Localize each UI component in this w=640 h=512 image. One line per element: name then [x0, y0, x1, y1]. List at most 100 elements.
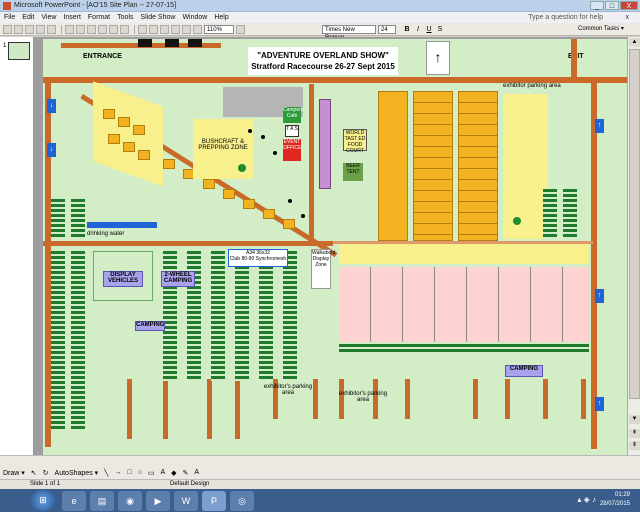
menu-window[interactable]: Window: [182, 14, 207, 21]
start-button[interactable]: ⊞: [30, 490, 56, 511]
select-arrow-icon[interactable]: ↖: [31, 469, 37, 477]
save-icon[interactable]: [25, 24, 34, 34]
stall-block[interactable]: [413, 91, 453, 241]
window-title: Microsoft PowerPoint - [AO'15 Site Plan …: [14, 2, 177, 9]
fill-color-icon[interactable]: ◆: [171, 469, 176, 477]
print-icon[interactable]: [36, 24, 45, 34]
camping-label-right: CAMPING: [505, 365, 543, 377]
entrance-label: ENTRANCE: [83, 53, 122, 60]
new-slide-icon[interactable]: [171, 24, 180, 34]
menu-format[interactable]: Format: [88, 14, 110, 21]
minimize-button[interactable]: _: [590, 1, 604, 10]
paste-icon[interactable]: [87, 24, 96, 34]
menu-file[interactable]: File: [4, 14, 15, 21]
chart-icon[interactable]: [160, 24, 169, 34]
rotate-icon[interactable]: ↻: [43, 469, 49, 477]
stall[interactable]: [263, 209, 275, 219]
menu-edit[interactable]: Edit: [22, 14, 34, 21]
stall-block[interactable]: [378, 91, 408, 241]
campers-cafe: Campers Café: [283, 107, 303, 123]
menu-slide-show[interactable]: Slide Show: [140, 14, 175, 21]
copy-icon[interactable]: [76, 24, 85, 34]
menu-insert[interactable]: Insert: [63, 14, 81, 21]
stall-block[interactable]: [458, 91, 498, 241]
shadow-button[interactable]: S: [435, 25, 445, 34]
word-taskbar-icon[interactable]: W: [174, 490, 198, 511]
close-button[interactable]: X: [620, 1, 638, 10]
display-zone: Walkabout Display Zone: [311, 249, 335, 289]
camping-pitches: [71, 199, 85, 239]
open-icon[interactable]: [14, 24, 23, 34]
scroll-down-icon[interactable]: ▼: [629, 415, 640, 424]
site-plan-slide[interactable]: ENTRANCE EXIT "ADVENTURE OVERLAND SHOW" …: [43, 39, 627, 457]
oval-icon[interactable]: ○: [138, 469, 142, 476]
direction-arrow-icon: ↑: [595, 397, 604, 411]
font-color-icon[interactable]: A: [194, 469, 199, 476]
wordart-icon[interactable]: A: [160, 469, 165, 476]
ie-taskbar-icon[interactable]: e: [62, 490, 86, 511]
bold-button[interactable]: B: [402, 25, 412, 34]
media-taskbar-icon[interactable]: ▶: [146, 490, 170, 511]
stall[interactable]: [138, 150, 150, 160]
help-icon[interactable]: [236, 24, 245, 34]
menu-tools[interactable]: Tools: [117, 14, 133, 21]
stall[interactable]: [133, 125, 145, 135]
menu-help[interactable]: Help: [214, 14, 228, 21]
system-tray-icons[interactable]: ▴ ◈ ♪: [577, 495, 596, 504]
marker-dot: [273, 151, 277, 155]
scroll-up-icon[interactable]: ▲: [629, 38, 640, 47]
hyperlink-icon[interactable]: [138, 24, 147, 34]
line-color-icon[interactable]: ✎: [183, 469, 189, 477]
stall[interactable]: [163, 159, 175, 169]
scroll-thumb[interactable]: [629, 49, 640, 399]
draw-menu[interactable]: Draw ▾: [3, 469, 25, 477]
direction-arrow-icon: ↓: [47, 99, 56, 113]
toolbar-separator: [134, 24, 135, 34]
stall[interactable]: [123, 142, 135, 152]
stall[interactable]: [283, 219, 295, 229]
stall[interactable]: [103, 109, 115, 119]
menu-view[interactable]: View: [41, 14, 56, 21]
next-slide-icon[interactable]: ⇟: [629, 441, 640, 450]
stall[interactable]: [108, 134, 120, 144]
help-question-box[interactable]: Type a question for help: [528, 14, 603, 21]
stall[interactable]: [223, 189, 235, 199]
layout-icon[interactable]: [182, 24, 191, 34]
vertical-scrollbar[interactable]: ▲ ▼ ⇞ ⇟: [627, 37, 640, 455]
format-painter-icon[interactable]: [98, 24, 107, 34]
textbox-icon[interactable]: ▭: [148, 469, 155, 477]
common-tasks-button[interactable]: Common Tasks ▾: [578, 25, 624, 32]
previous-slide-icon[interactable]: ⇞: [629, 429, 640, 438]
tas-block: T A S: [285, 125, 299, 137]
redo-icon[interactable]: [120, 24, 129, 34]
stall[interactable]: [203, 179, 215, 189]
zoom-select[interactable]: 110%: [204, 24, 234, 34]
menu-bar: File Edit View Insert Format Tools Slide…: [0, 12, 640, 23]
table-icon[interactable]: [149, 24, 158, 34]
arrow-icon[interactable]: →: [114, 469, 121, 476]
chrome-taskbar-icon[interactable]: ◉: [118, 490, 142, 511]
slide-thumbnail[interactable]: [8, 42, 30, 60]
direction-arrow-icon: ↑: [595, 289, 604, 303]
spell-icon[interactable]: [47, 24, 56, 34]
line-icon[interactable]: ╲: [104, 469, 108, 477]
undo-icon[interactable]: [109, 24, 118, 34]
italic-button[interactable]: I: [413, 25, 423, 34]
cut-icon[interactable]: [65, 24, 74, 34]
new-icon[interactable]: [3, 24, 12, 34]
autoshapes-menu[interactable]: AutoShapes ▾: [55, 469, 99, 477]
exhibitor-parking-label: exhibitor's parking area: [338, 391, 388, 403]
app-taskbar-icon[interactable]: ◎: [230, 490, 254, 511]
stall[interactable]: [243, 199, 255, 209]
folder-taskbar-icon[interactable]: ▤: [90, 490, 114, 511]
underline-button[interactable]: U: [424, 25, 434, 34]
font-select[interactable]: Times New Roman: [322, 25, 376, 41]
clock[interactable]: 01:29 28/07/2015: [600, 491, 630, 509]
grayscale-icon[interactable]: [193, 24, 202, 34]
powerpoint-taskbar-icon[interactable]: P: [202, 490, 226, 511]
maximize-button[interactable]: □: [605, 1, 619, 10]
font-size-select[interactable]: 24: [378, 25, 396, 34]
document-close-button[interactable]: x: [626, 14, 630, 21]
stall[interactable]: [118, 117, 130, 127]
rectangle-icon[interactable]: □: [127, 469, 131, 476]
